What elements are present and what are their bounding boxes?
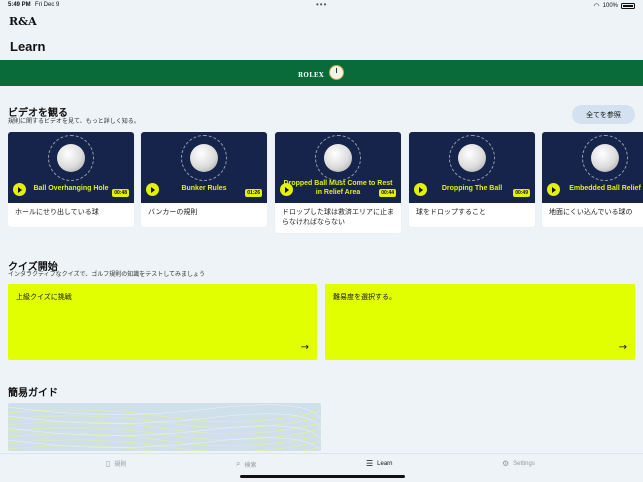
tab-search[interactable]: ⌕ 検索 <box>236 459 257 469</box>
tab-rules[interactable]: ▯ 規則 <box>106 459 126 468</box>
video-card[interactable]: Ball Overhanging Hole 00:48 ホールにせり出している球 <box>8 132 134 227</box>
arrow-right-icon: → <box>618 342 627 353</box>
quiz-card-label: 難易度を選択する。 <box>333 294 396 301</box>
gear-icon: ⚙ <box>502 459 510 468</box>
guide-section-title: 簡易ガイド <box>8 388 58 399</box>
video-card[interactable]: Dropped Ball Must Come to Rest in Relief… <box>275 132 401 233</box>
wifi-icon: ◠ <box>593 3 600 10</box>
status-right: ◠ 100% <box>594 2 635 10</box>
video-caption: ホールにせり出している球 <box>15 209 99 216</box>
video-title: Embedded Ball Relief <box>569 185 641 192</box>
video-thumbnail[interactable]: Dropping The Ball 00:49 <box>409 132 535 203</box>
video-card[interactable]: Embedded Ball Relief 地面にくい込んでいる球の <box>542 132 643 227</box>
golf-ball-icon <box>57 144 85 172</box>
video-duration: 01:26 <box>245 189 262 197</box>
select-difficulty-card[interactable]: 難易度を選択する。 → <box>325 284 635 360</box>
video-thumbnail[interactable]: Dropped Ball Must Come to Rest in Relief… <box>275 132 401 203</box>
video-thumbnail[interactable]: Ball Overhanging Hole 00:48 <box>8 132 134 203</box>
video-duration: 00:44 <box>379 189 396 197</box>
list-icon: ☰ <box>366 459 374 468</box>
battery-icon <box>621 3 635 9</box>
guide-pattern <box>8 404 321 451</box>
multitasking-dots-icon[interactable]: ••• <box>316 0 327 9</box>
golf-ball-icon <box>190 144 218 172</box>
status-time: 5:49 PM <box>8 2 31 8</box>
search-icon: ⌕ <box>236 459 241 468</box>
video-duration: 00:49 <box>513 189 530 197</box>
video-caption: バンカーの規則 <box>148 209 198 216</box>
video-card[interactable]: Dropping The Ball 00:49 球をドロップすること <box>409 132 535 227</box>
video-thumbnail[interactable]: Embedded Ball Relief <box>542 132 643 203</box>
status-date: Fri Dec 9 <box>35 2 60 8</box>
video-caption: ドロップした球は救済エリアに止まらなければならない <box>282 209 394 226</box>
videos-section-subtitle: 規則に関するビデオを見て、もっと詳しく知る。 <box>8 119 140 125</box>
see-all-button[interactable]: 全てを参照 <box>572 105 635 124</box>
guide-image[interactable] <box>8 403 321 451</box>
quiz-card-label: 上級クイズに挑戦 <box>16 294 72 301</box>
battery-percent: 100% <box>602 3 618 9</box>
tab-label: Learn <box>377 460 393 467</box>
sponsor-brand: ROLEX <box>298 72 325 79</box>
app-logo: R&A <box>9 15 37 28</box>
video-card[interactable]: Bunker Rules 01:26 バンカーの規則 <box>141 132 267 227</box>
sponsor-banner[interactable]: ROLEX <box>0 60 643 86</box>
tab-label: 検索 <box>244 462 257 469</box>
advanced-quiz-card[interactable]: 上級クイズに挑戦 → <box>8 284 317 360</box>
video-carousel[interactable]: Ball Overhanging Hole 00:48 ホールにせり出している球… <box>8 132 643 242</box>
video-caption: 地面にくい込んでいる球の <box>549 209 633 216</box>
tab-label: 規則 <box>114 462 127 468</box>
page-title: Learn <box>10 39 46 54</box>
home-indicator[interactable] <box>240 475 405 478</box>
status-bar: 5:49 PM Fri Dec 9 ••• ◠ 100% <box>0 0 643 12</box>
book-icon: ▯ <box>106 459 111 468</box>
tab-learn[interactable]: ☰ Learn <box>366 459 393 468</box>
golf-ball-icon <box>324 144 352 172</box>
watch-icon <box>329 65 344 80</box>
tab-settings[interactable]: ⚙ Settings <box>502 459 535 468</box>
quiz-section-subtitle: インタラクティブなクイズで、ゴルフ規則の知識をテストしてみましょう <box>8 272 206 278</box>
golf-ball-icon <box>591 144 619 172</box>
video-duration: 00:48 <box>112 189 129 197</box>
arrow-right-icon: → <box>300 342 309 353</box>
video-caption: 球をドロップすること <box>416 209 486 216</box>
tab-label: Settings <box>513 460 535 467</box>
video-thumbnail[interactable]: Bunker Rules 01:26 <box>141 132 267 203</box>
golf-ball-icon <box>458 144 486 172</box>
